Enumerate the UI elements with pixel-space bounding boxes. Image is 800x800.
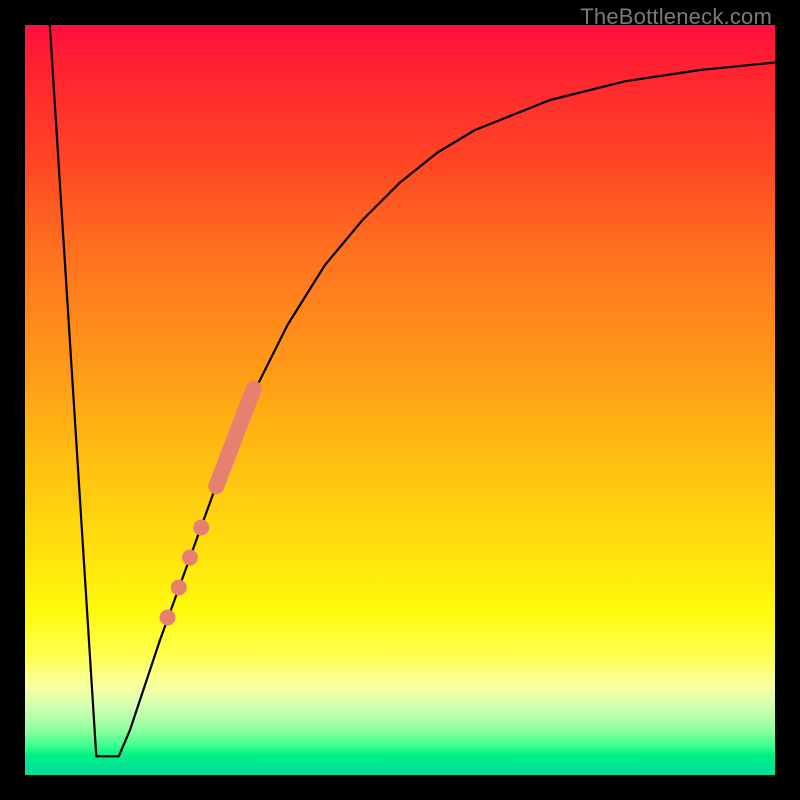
dot-1 [182, 550, 198, 566]
chart-svg [0, 0, 800, 800]
dot-3 [171, 580, 187, 596]
dot-2 [193, 520, 209, 536]
bottleneck-curve [50, 25, 775, 756]
watermark-text: TheBottleneck.com [580, 4, 772, 30]
thick-segment [216, 389, 254, 487]
dot-4 [160, 610, 176, 626]
